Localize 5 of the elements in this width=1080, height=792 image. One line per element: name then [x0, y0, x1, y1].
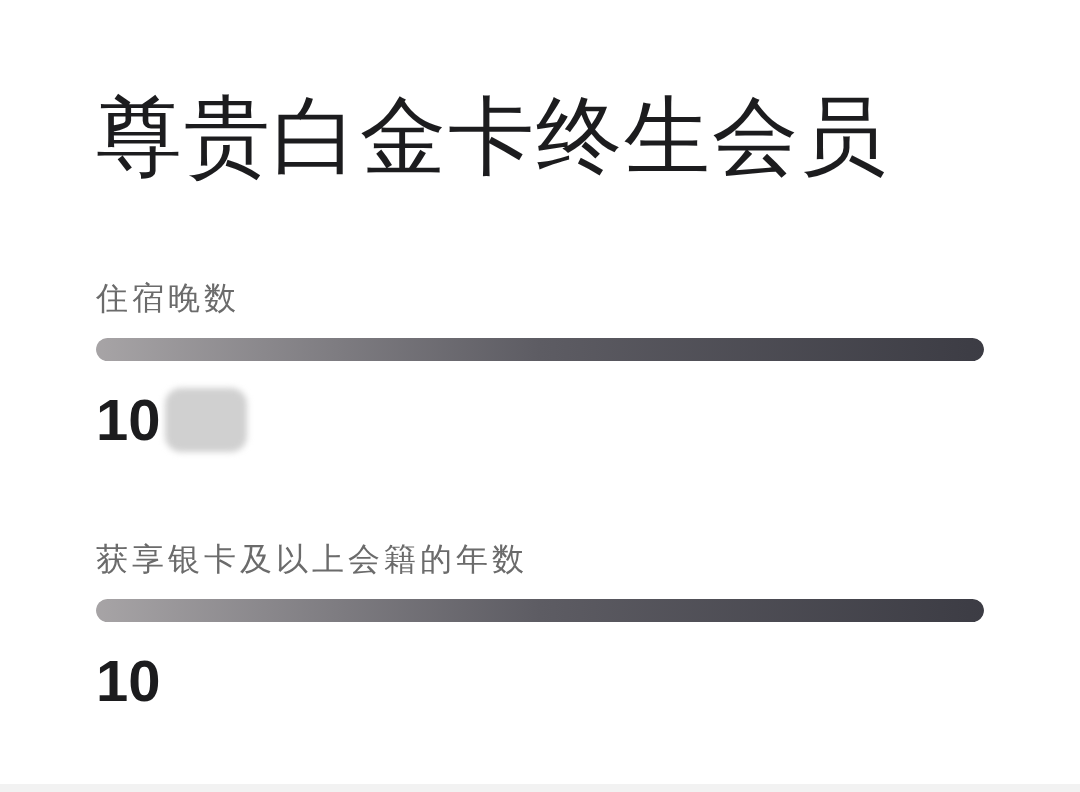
metric-label: 获享银卡及以上会籍的年数	[96, 540, 528, 579]
metric-label: 住宿晚数	[96, 279, 240, 318]
metric-value: 10	[96, 386, 161, 454]
membership-title: 尊贵白金卡终生会员	[96, 88, 888, 184]
metric-value: 10	[96, 647, 161, 715]
